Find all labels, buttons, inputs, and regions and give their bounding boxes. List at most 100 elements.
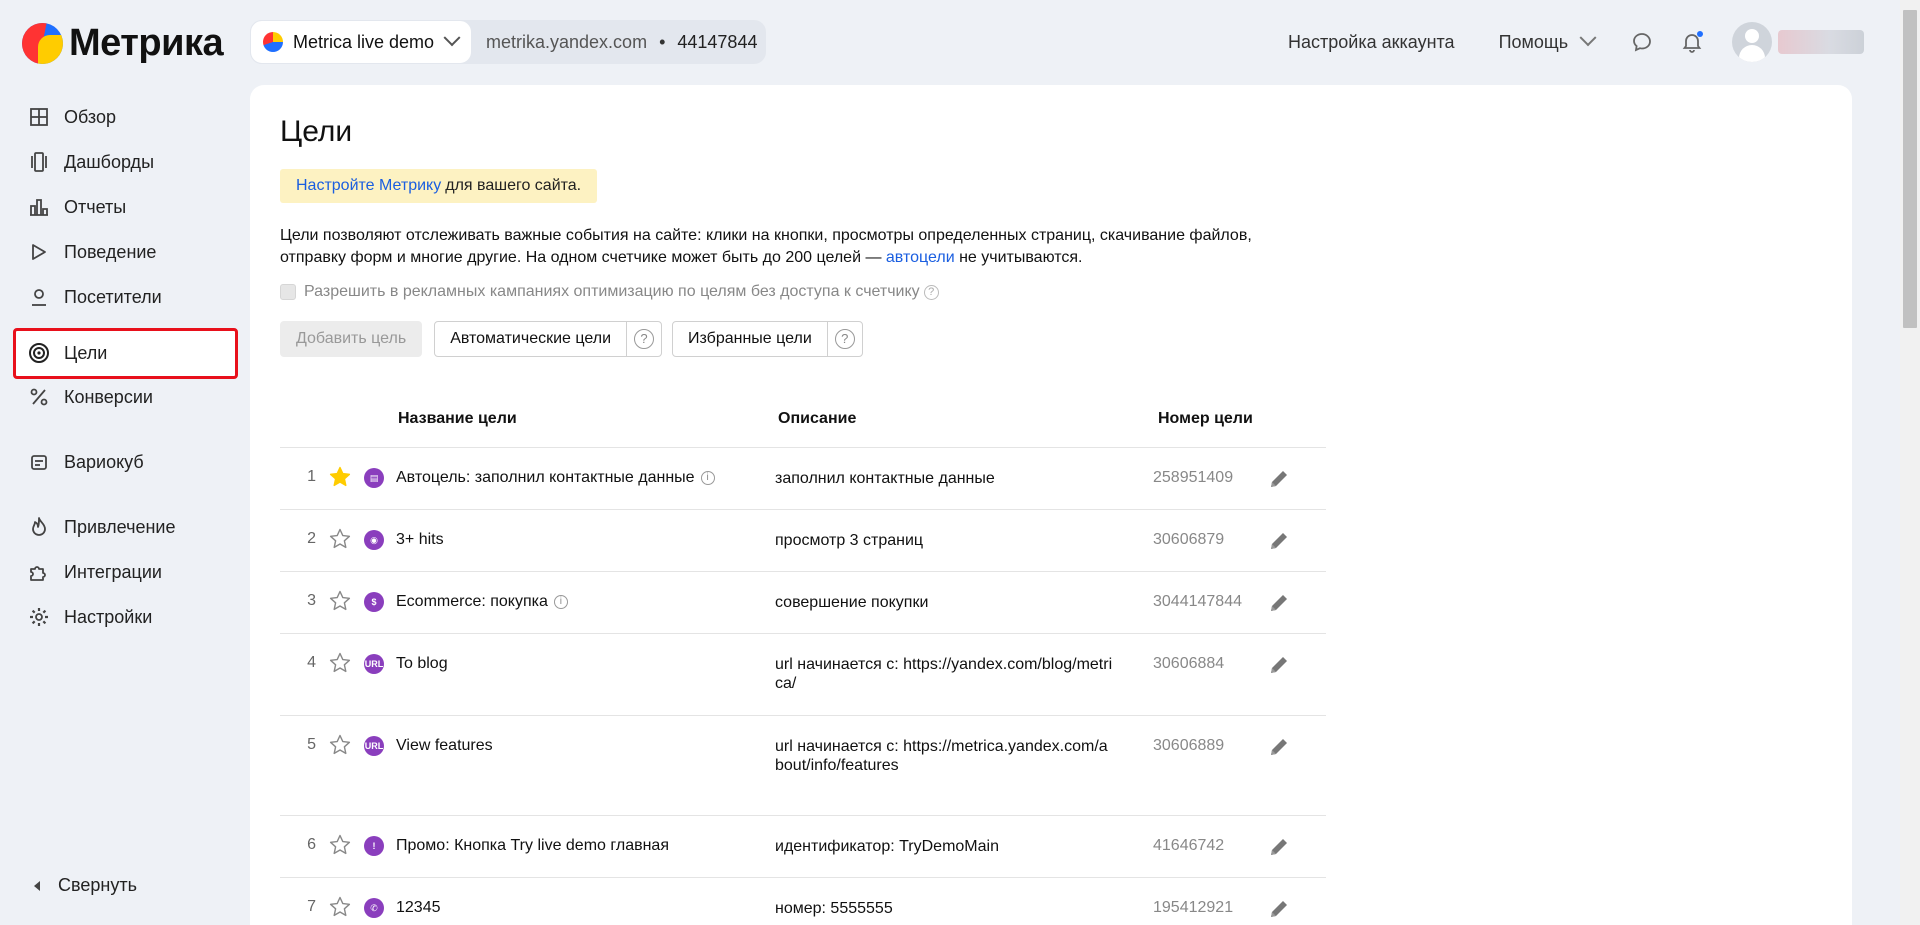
avatar[interactable]	[1732, 22, 1773, 62]
goal-name-text: Промо: Кнопка Try live demo главная	[396, 837, 669, 854]
goal-name-text: Автоцель: заполнил контактные данные	[396, 469, 695, 486]
auto-goals-help[interactable]: ?	[626, 322, 661, 356]
collapse-sidebar-button[interactable]: Свернуть	[34, 875, 137, 896]
description-text-end: не учитываются.	[959, 249, 1083, 266]
goal-name[interactable]: To blog	[396, 655, 766, 673]
dashboards-icon	[28, 151, 50, 173]
info-icon[interactable]: i	[553, 595, 568, 609]
goal-name-text: View features	[396, 737, 493, 754]
sidebar-item-behavior[interactable]: Поведение	[28, 232, 228, 272]
sidebar-item-reports[interactable]: Отчеты	[28, 187, 228, 227]
favorite-goals-help[interactable]: ?	[826, 322, 862, 356]
star-icon[interactable]	[328, 527, 352, 551]
table-row[interactable]: 7 ✆ 12345 номер: 5555555 195412921	[280, 878, 1326, 925]
setup-metrica-link[interactable]: Настройте Метрику	[296, 177, 441, 195]
column-header-description[interactable]: Описание	[778, 410, 1158, 428]
goal-name[interactable]: 3+ hits	[396, 531, 766, 549]
column-header-name[interactable]: Название цели	[398, 410, 778, 428]
chat-icon[interactable]	[1630, 30, 1654, 54]
row-number: 1	[307, 468, 316, 485]
counter-select[interactable]: Metrica live demo	[250, 20, 472, 64]
row-number: 7	[307, 898, 316, 915]
goal-description: url начинается с: https://metrica.yandex…	[775, 738, 1108, 774]
sidebar-item-label: Настройки	[64, 606, 153, 627]
goal-id: 195412921	[1153, 899, 1234, 916]
pencil-icon[interactable]	[1268, 898, 1290, 920]
row-number: 5	[307, 736, 316, 753]
sidebar-item-goals[interactable]: Цели	[28, 333, 228, 373]
sidebar-item-settings[interactable]: Настройки	[28, 597, 228, 637]
goal-id: 30606889	[1153, 737, 1225, 754]
pencil-icon[interactable]	[1268, 530, 1290, 552]
sidebar-item-label: Поведение	[64, 241, 157, 262]
fire-icon	[28, 516, 50, 538]
goal-name[interactable]: Промо: Кнопка Try live demo главная	[396, 837, 766, 855]
ad-optimization-checkbox[interactable]	[280, 284, 296, 300]
sidebar-item-acquisition[interactable]: Привлечение	[28, 507, 228, 547]
sidebar-item-visitors[interactable]: Посетители	[28, 277, 228, 317]
sidebar-item-overview[interactable]: Обзор	[28, 97, 228, 137]
star-icon[interactable]	[328, 833, 352, 857]
favorite-goals-group: Избранные цели ?	[672, 321, 863, 357]
sidebar-item-variocube[interactable]: Вариокуб	[28, 442, 228, 482]
top-right-nav: Настройка аккаунта Помощь	[1288, 22, 1865, 62]
sidebar-item-conversions[interactable]: Конверсии	[28, 377, 228, 417]
goal-type-icon: URL	[364, 736, 384, 756]
sidebar-item-integrations[interactable]: Интеграции	[28, 552, 228, 592]
account-settings-link[interactable]: Настройка аккаунта	[1288, 32, 1455, 53]
table-row[interactable]: 5 URL View features url начинается с: https…	[280, 716, 1326, 816]
goal-name[interactable]: View features	[396, 737, 766, 755]
help-icon: ?	[634, 329, 655, 349]
notice-text: для вашего сайта.	[445, 177, 582, 194]
table-row[interactable]: 3 $ Ecommerce: покупка i совершение покупки 3…	[280, 572, 1326, 634]
goal-id: 3044147844	[1153, 593, 1242, 610]
metrica-logo[interactable]: Метрика	[22, 22, 224, 65]
autogoals-link[interactable]: автоцели	[886, 249, 955, 266]
goal-type-icon: ◉	[364, 530, 384, 550]
star-icon[interactable]	[328, 589, 352, 613]
pencil-icon[interactable]	[1268, 736, 1290, 758]
column-header-id[interactable]: Номер цели	[1158, 410, 1298, 428]
scrollbar-thumb[interactable]	[1903, 10, 1917, 328]
help-icon[interactable]: ?	[923, 284, 939, 300]
sidebar-item-label: Цели	[64, 342, 108, 363]
table-row[interactable]: 6! Промо: Кнопка Try live demo главная иде…	[280, 816, 1326, 878]
goal-id: 30606879	[1153, 531, 1225, 548]
percent-icon	[28, 386, 50, 408]
chevron-down-icon	[1579, 29, 1597, 47]
star-icon[interactable]	[328, 733, 352, 757]
auto-goals-button[interactable]: Автоматические цели	[435, 322, 626, 356]
sidebar-item-dashboards[interactable]: Дашборды	[28, 142, 228, 182]
help-menu[interactable]: Помощь	[1499, 29, 1597, 53]
goal-description: совершение покупки	[775, 594, 929, 611]
info-icon[interactable]: i	[700, 471, 715, 485]
description-text: Цели позволяют отслеживать важные событи…	[280, 227, 1252, 266]
star-icon[interactable]	[328, 895, 352, 919]
sidebar-item-label: Посетители	[64, 286, 162, 307]
goals-table: Название цели Описание Номер цели 1 ▤ Авто…	[280, 390, 1326, 925]
pencil-icon[interactable]	[1268, 836, 1290, 858]
goal-name[interactable]: Автоцель: заполнил контактные данные i	[396, 469, 766, 487]
bell-icon[interactable]	[1680, 30, 1704, 54]
goals-description: Цели позволяют отслеживать важные событи…	[280, 225, 1320, 269]
goal-type-icon: ▤	[364, 468, 384, 488]
star-icon[interactable]	[328, 651, 352, 675]
goal-type-icon: URL	[364, 654, 384, 674]
goal-name[interactable]: 12345	[396, 899, 766, 917]
grid-icon	[28, 106, 50, 128]
goal-name[interactable]: Ecommerce: покупка i	[396, 593, 766, 611]
sidebar-item-label: Привлечение	[64, 516, 176, 537]
table-row[interactable]: 4 URL To blog url начинается с: https://yan…	[280, 634, 1326, 716]
star-icon[interactable]	[328, 465, 352, 489]
pencil-icon[interactable]	[1268, 654, 1290, 676]
add-goal-button[interactable]: Добавить цель	[280, 321, 423, 357]
table-row[interactable]: 2 ◉ 3+ hits просмотр 3 страниц 30606879	[280, 510, 1326, 572]
favorite-goals-button[interactable]: Избранные цели	[673, 322, 827, 356]
help-icon: ?	[834, 329, 855, 349]
variocube-icon	[28, 451, 50, 473]
goal-id: 258951409	[1153, 469, 1234, 486]
pencil-icon[interactable]	[1268, 592, 1290, 614]
pencil-icon[interactable]	[1268, 468, 1290, 490]
gear-icon	[28, 606, 50, 628]
table-row[interactable]: 1 ▤ Автоцель: заполнил контактные данные i з…	[280, 448, 1326, 510]
